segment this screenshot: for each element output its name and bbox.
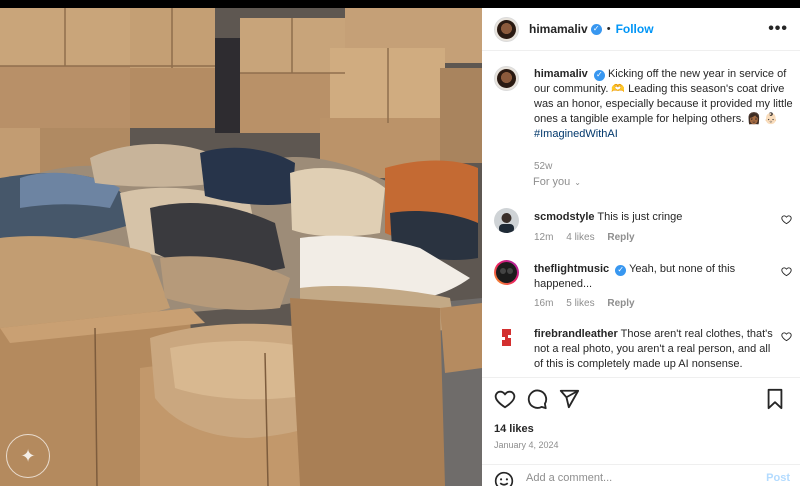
likes-count[interactable]: 14 likes <box>494 423 534 435</box>
comment-item: theflightmusic ✓ Yeah, but none of this … <box>494 260 800 312</box>
comment-age: 16m <box>534 298 554 309</box>
comment-age: 12m <box>534 232 554 243</box>
coat-drive-illustration <box>0 8 482 486</box>
chevron-down-icon: ⌄ <box>574 178 581 187</box>
commenter-avatar[interactable] <box>494 208 519 233</box>
verified-badge-icon: ✓ <box>615 264 627 276</box>
instagram-post-modal: ✦ himamaliv ✓ • Follow ••• himamaliv ✓ K… <box>0 0 800 486</box>
reply-button[interactable]: Reply <box>607 232 634 243</box>
comment-text: scmodstyle This is just cringe <box>534 210 774 225</box>
more-options-icon[interactable]: ••• <box>768 20 788 38</box>
comment-icon[interactable] <box>526 388 548 410</box>
follow-button[interactable]: Follow <box>616 22 654 36</box>
caption-username[interactable]: himamaliv <box>534 68 588 80</box>
add-comment-bar: Post <box>482 464 800 486</box>
post-date: January 4, 2024 <box>494 440 559 450</box>
bookmark-icon[interactable] <box>764 388 786 410</box>
verified-badge-icon: ✓ <box>590 23 602 35</box>
caption-age: 52w <box>534 161 553 172</box>
heart-icon[interactable] <box>781 331 792 342</box>
commenter-username[interactable]: theflightmusic <box>534 263 609 275</box>
commenter-username[interactable]: scmodstyle <box>534 211 595 223</box>
imagined-with-ai-icon: ✦ <box>6 434 50 478</box>
comment-likes[interactable]: 5 likes <box>566 298 594 309</box>
comment-body: This is just cringe <box>597 211 683 223</box>
top-black-bar <box>0 0 800 8</box>
post-image[interactable]: ✦ <box>0 8 482 486</box>
header-separator: • <box>606 23 611 35</box>
caption-hashtag[interactable]: #ImaginedWithAI <box>534 128 618 140</box>
comment-sort-dropdown[interactable]: For you ⌄ <box>533 176 581 188</box>
post-actions: 14 likes January 4, 2024 Post <box>482 377 800 486</box>
comments-scroll-area[interactable]: himamaliv ✓ Kicking off the new year in … <box>482 51 800 377</box>
author-avatar[interactable] <box>494 16 519 42</box>
post-comment-button[interactable]: Post <box>766 472 790 484</box>
commenter-avatar[interactable] <box>494 325 519 350</box>
heart-icon[interactable] <box>781 214 792 225</box>
heart-icon[interactable] <box>494 388 516 410</box>
verified-badge-icon: ✓ <box>593 69 605 81</box>
reply-button[interactable]: Reply <box>607 298 634 309</box>
commenter-avatar[interactable] <box>494 260 519 285</box>
action-icon-row <box>494 388 788 412</box>
commenter-username[interactable]: firebrandleather <box>534 328 618 340</box>
emoji-icon[interactable] <box>494 471 514 486</box>
heart-icon[interactable] <box>781 266 792 277</box>
add-comment-input[interactable] <box>526 472 746 484</box>
comment-text: theflightmusic ✓ Yeah, but none of this … <box>534 262 774 292</box>
comment-item: firebrandleather Those aren't real cloth… <box>494 325 800 377</box>
comment-meta: 16m 5 likes Reply <box>534 298 645 309</box>
caption-text: himamaliv ✓ Kicking off the new year in … <box>534 67 798 142</box>
comment-text: firebrandleather Those aren't real cloth… <box>534 327 774 372</box>
comment-item: scmodstyle This is just cringe 12m 4 lik… <box>494 208 800 248</box>
author-username[interactable]: himamaliv <box>529 22 588 36</box>
comment-likes[interactable]: 4 likes <box>566 232 594 243</box>
comment-sort-label: For you <box>533 176 571 188</box>
caption-author-avatar[interactable] <box>494 66 519 91</box>
share-icon[interactable] <box>558 388 580 410</box>
post-header: himamaliv ✓ • Follow ••• <box>482 8 800 51</box>
post-side-panel: himamaliv ✓ • Follow ••• himamaliv ✓ Kic… <box>482 8 800 486</box>
comment-meta: 12m 4 likes Reply <box>534 232 645 243</box>
